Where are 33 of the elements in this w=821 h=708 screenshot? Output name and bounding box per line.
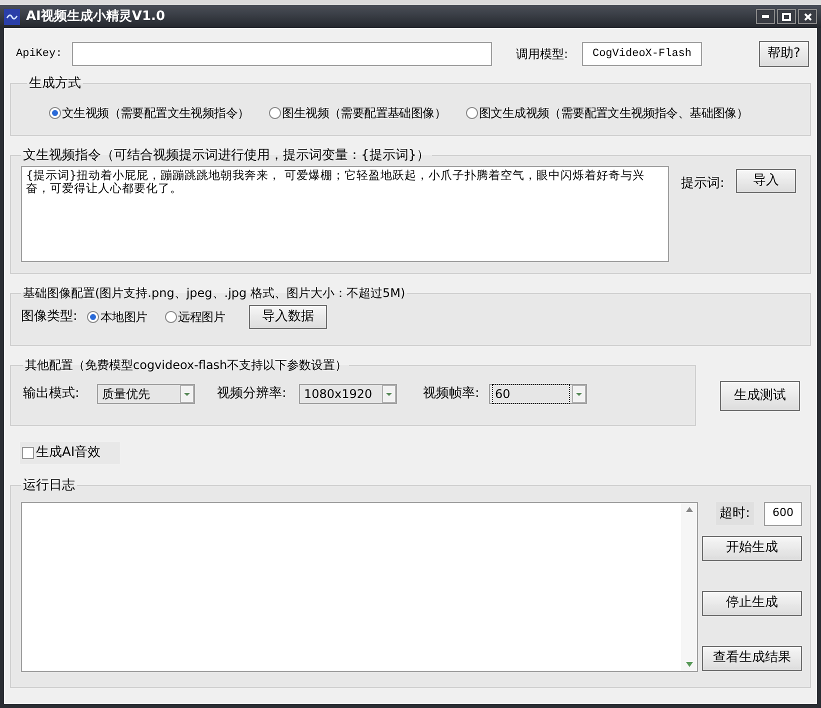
dropdown[interactable]: 60 [489, 384, 587, 404]
field-label: 视频分辨率: [217, 385, 288, 404]
group-title: 生成方式 [28, 75, 82, 93]
model-label: 调用模型: [516, 46, 570, 63]
import-button[interactable]: 导入 [736, 168, 796, 192]
dropdown[interactable]: 质量优先 [97, 384, 195, 404]
group-title: 其他配置（免费模型cogvideox-flash不支持以下参数设置） [24, 357, 348, 374]
image-type-label: 图像类型: [21, 308, 78, 326]
action-button[interactable]: 查看生成结果 [702, 646, 802, 670]
help-button[interactable]: 帮助? [759, 41, 809, 67]
model-input[interactable]: CogVideoX-Flash [582, 42, 702, 66]
action-button[interactable]: 开始生成 [702, 536, 802, 560]
radio-label: 图生视频（需要配置基础图像） [282, 104, 446, 122]
group-title: 基础图像配置(图片支持.png、jpeg、.jpg 格式、图片大小：不超过5M) [22, 285, 406, 302]
audio-label: 生成AI音效 [36, 444, 101, 462]
prompt-label: 提示词: [681, 174, 724, 192]
prompt-input[interactable]: {提示词}扭动着小屁屁，蹦蹦跳跳地朝我奔来， 可爱爆棚；它轻盈地跃起，小爪子扑腾着空气，眼中闪烁着好奇与兴奋，可爱得让人心都要化了。 [21, 166, 669, 262]
timeout-label: 超时: [716, 502, 754, 526]
radio-label: 文生视频（需要配置文生视频指令） [62, 104, 250, 122]
timeout-input[interactable]: 600 [764, 502, 802, 526]
window-title: AI视频生成小精灵V1.0 [26, 8, 165, 26]
api-key-label: ApiKey: [16, 46, 64, 62]
dropdown[interactable]: 1080x1920 [299, 384, 397, 404]
field-label: 输出模式: [23, 385, 80, 404]
radio-label: 远程图片 [178, 309, 226, 326]
radio-label: 图文生成视频（需要配置文生视频指令、基础图像） [479, 104, 748, 122]
radio-label: 本地图片 [100, 309, 148, 326]
action-button[interactable]: 停止生成 [702, 590, 802, 616]
group-title: 运行日志 [22, 477, 76, 495]
import-data-button[interactable]: 导入数据 [249, 305, 328, 329]
test-generate-button[interactable]: 生成测试 [720, 381, 800, 411]
group-title: 文生视频指令（可结合视频提示词进行使用，提示词变量：{提示词}） [22, 147, 431, 165]
field-label: 视频帧率: [423, 385, 480, 404]
